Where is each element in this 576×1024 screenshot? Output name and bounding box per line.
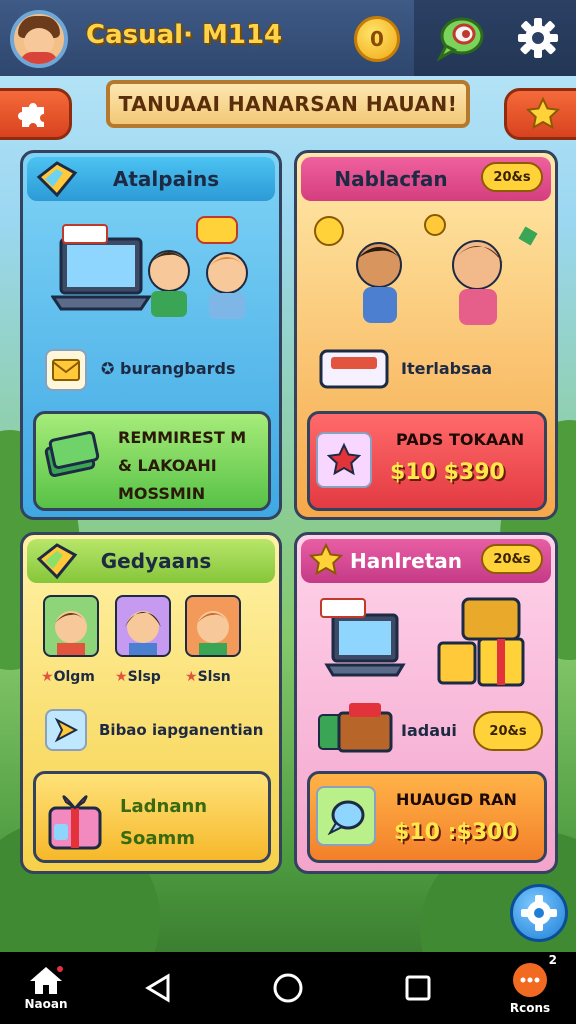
settings-gear-icon[interactable] (514, 14, 562, 62)
reward-box[interactable]: HUAUGD RAN $10 :$300 (307, 771, 547, 863)
nav-back-button[interactable] (138, 952, 178, 1024)
card-title: Gedyaans (100, 549, 212, 573)
star-icon (526, 97, 560, 130)
envelope-icon (45, 349, 87, 391)
card-feature-text: ✪ burangbards (101, 359, 235, 378)
star-bullet-icon: ★ (115, 669, 128, 685)
reward-box[interactable]: PADS TOKAAN $10 $390 (307, 411, 547, 511)
card-pack-icon (316, 432, 372, 488)
card-nablacfan[interactable]: Nablacfan 20&s Iterlabsaa PADS TOKAAN $1… (294, 150, 558, 520)
reward-title: REMMIREST M (118, 428, 247, 447)
character-label: ★Slsn (185, 669, 231, 685)
recents-square-icon (405, 975, 431, 1001)
chat-bubble-icon (316, 786, 376, 846)
reward-detail: & LAKOAHI (118, 456, 217, 475)
nav-profile-label: Rcons (509, 1001, 551, 1015)
card-title: Nablacfan (334, 167, 448, 191)
character-portrait[interactable] (185, 595, 241, 657)
ticket-icon (36, 161, 78, 198)
player-avatar[interactable] (10, 10, 68, 68)
laptop-gifts-illustration (320, 597, 525, 687)
reward-box[interactable]: Ladnann Soamm (33, 771, 271, 863)
reward-title: PADS TOKAAN (396, 430, 525, 449)
card-feature-label: Iterlabsaa (401, 359, 493, 378)
message-bubble-icon (513, 963, 547, 997)
star-menu-button[interactable] (504, 88, 576, 140)
star-bullet-icon: ★ (41, 669, 54, 685)
timer-badge: 20&s (481, 162, 543, 192)
home-circle-icon (273, 973, 303, 1003)
game-title: Casual· M114 (86, 20, 283, 50)
settings-gear-icon (521, 895, 557, 931)
feature-timer-badge: 20&s (473, 711, 543, 751)
reward-price: $10 $390 (390, 460, 505, 485)
nav-home-tab[interactable]: Naoan (18, 952, 74, 1024)
character-portrait[interactable] (115, 595, 171, 657)
notification-count-badge: 2 (548, 953, 557, 967)
coin-counter[interactable]: 0 (354, 16, 400, 62)
chat-bubble-icon[interactable] (436, 14, 486, 62)
card-atalpains[interactable]: Atalpains ✪ burangbards REMMIREST M & LA… (20, 150, 282, 520)
card-feature-label: burangbards (119, 359, 236, 378)
puzzle-menu-button[interactable] (0, 88, 72, 140)
reward-amount: Soamm (120, 828, 195, 849)
reward-price: $10 :$300 (394, 820, 518, 845)
reward-title: HUAUGD RAN (396, 790, 517, 809)
card-feature-label: Iadaui (401, 721, 457, 740)
card-title: Hanlretan (349, 549, 463, 573)
card-hanlretan[interactable]: Hanlretan 20&s Iadaui 20&s HUAUGD RAN $1… (294, 532, 558, 874)
home-icon (30, 966, 63, 994)
cash-stack-icon (44, 430, 100, 478)
play-arrow-icon[interactable] (45, 709, 87, 751)
ticket-icon (36, 543, 78, 580)
star-icon (309, 543, 343, 576)
back-triangle-icon (145, 973, 170, 1003)
system-nav-bar: Naoan 2 Rcons (0, 952, 576, 1024)
card-gedyaans[interactable]: Gedyaans ★Olgm ★Slsp ★Slsn Bibao iapgane… (20, 532, 282, 874)
card-title: Atalpains (112, 167, 220, 191)
nav-profile-tab[interactable]: 2 Rcons (500, 952, 560, 1024)
treasure-chest-icon (318, 703, 393, 753)
kids-cheering-illustration (314, 214, 538, 325)
timer-badge: 20&s (481, 544, 543, 574)
character-label: ★Olgm (41, 669, 95, 685)
floating-settings-button[interactable] (510, 884, 568, 942)
nav-home-label: Naoan (24, 997, 68, 1011)
card-feature-label: Bibao iapganentian (99, 721, 264, 739)
star-bullet-icon: ✪ (101, 359, 115, 378)
gift-box-icon (48, 795, 102, 850)
character-portrait[interactable] (43, 595, 99, 657)
laptop-kids-illustration (51, 216, 248, 319)
puzzle-icon (18, 103, 44, 127)
gift-box-icon (319, 349, 389, 389)
reward-amount: MOSSMIN (118, 484, 206, 503)
reward-title: Ladnann (120, 796, 208, 817)
event-banner: TANUAAI HANARSAN HAUAN! (106, 80, 470, 128)
nav-recents-button[interactable] (398, 952, 438, 1024)
nav-home-circle-button[interactable] (268, 952, 308, 1024)
character-label: ★Slsp (115, 669, 161, 685)
reward-box[interactable]: REMMIREST M & LAKOAHI MOSSMIN (33, 411, 271, 511)
star-bullet-icon: ★ (185, 669, 198, 685)
